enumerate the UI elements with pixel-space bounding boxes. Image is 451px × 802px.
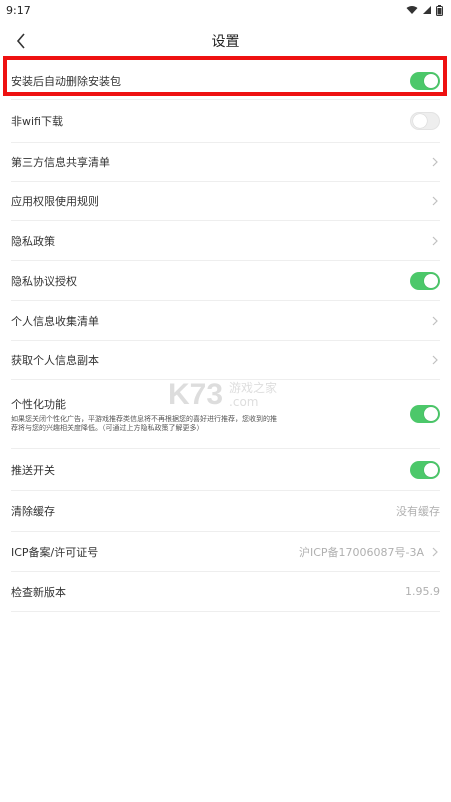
- setting-label: 第三方信息共享清单: [11, 156, 110, 169]
- setting-label: 个人信息收集清单: [11, 314, 99, 328]
- chevron-right-icon: [430, 156, 440, 168]
- setting-label: 非wifi下载: [11, 115, 63, 128]
- setting-non-wifi[interactable]: 非wifi下载: [11, 100, 440, 143]
- top-bar: 设置: [0, 20, 451, 62]
- setting-version[interactable]: 检查新版本 1.95.9: [11, 572, 440, 612]
- setting-third-party[interactable]: 第三方信息共享清单: [11, 143, 440, 182]
- setting-label: 检查新版本: [11, 585, 66, 599]
- setting-label: 获取个人信息副本: [11, 354, 99, 367]
- push-toggle[interactable]: [410, 460, 440, 479]
- chevron-left-icon: [16, 33, 25, 49]
- setting-icp[interactable]: ICP备案/许可证号 沪ICP备17006087号-3A: [11, 532, 440, 572]
- setting-label: 隐私协议授权: [11, 274, 77, 288]
- setting-label: 隐私政策: [11, 234, 55, 248]
- status-bar: 9:17: [0, 0, 451, 20]
- page-title: 设置: [211, 34, 240, 50]
- wifi-icon: [406, 6, 418, 14]
- setting-privacy-auth[interactable]: 隐私协议授权: [11, 261, 440, 301]
- setting-label: 清除缓存: [11, 505, 55, 518]
- icp-number: 沪ICP备17006087号-3A: [298, 545, 424, 559]
- setting-description: 如果您关闭个性化广告，平游戏推荐类信息将不再根据您的喜好进行推荐，您收到的推荐将…: [11, 414, 277, 432]
- setting-personalization[interactable]: 个性化功能 如果您关闭个性化广告，平游戏推荐类信息将不再根据您的喜好进行推荐，您…: [11, 380, 440, 449]
- signal-icon: [423, 6, 431, 14]
- status-icons: [406, 4, 443, 16]
- setting-push[interactable]: 推送开关: [11, 449, 440, 491]
- cache-status: 没有缓存: [396, 505, 440, 518]
- back-button[interactable]: [10, 30, 32, 52]
- setting-label: 个性化功能: [11, 397, 66, 411]
- auto-delete-toggle[interactable]: [410, 71, 440, 90]
- setting-label: ICP备案/许可证号: [11, 545, 99, 559]
- version-number: 1.95.9: [405, 585, 440, 598]
- non-wifi-toggle[interactable]: [410, 112, 440, 130]
- chevron-right-icon: [430, 354, 440, 366]
- chevron-right-icon: [430, 315, 440, 327]
- personalization-toggle[interactable]: [410, 405, 440, 423]
- chevron-right-icon: [430, 546, 440, 558]
- setting-privacy-policy[interactable]: 隐私政策: [11, 221, 440, 261]
- setting-personal-info-list[interactable]: 个人信息收集清单: [11, 301, 440, 341]
- setting-personal-info-copy[interactable]: 获取个人信息副本: [11, 341, 440, 380]
- setting-permissions[interactable]: 应用权限使用规则: [11, 182, 440, 221]
- chevron-right-icon: [430, 235, 440, 247]
- chevron-right-icon: [430, 195, 440, 207]
- status-time: 9:17: [6, 3, 31, 17]
- setting-label: 推送开关: [11, 463, 55, 477]
- setting-label: 安装后自动删除安装包: [11, 74, 121, 88]
- setting-auto-delete[interactable]: 安装后自动删除安装包: [11, 62, 440, 100]
- battery-icon: [436, 4, 443, 16]
- settings-list: 安装后自动删除安装包 非wifi下载 第三方信息共享清单 应用权限使用规则 隐私…: [0, 62, 451, 612]
- privacy-auth-toggle[interactable]: [410, 271, 440, 290]
- setting-label: 应用权限使用规则: [11, 195, 99, 208]
- setting-clear-cache[interactable]: 清除缓存 没有缓存: [11, 491, 440, 532]
